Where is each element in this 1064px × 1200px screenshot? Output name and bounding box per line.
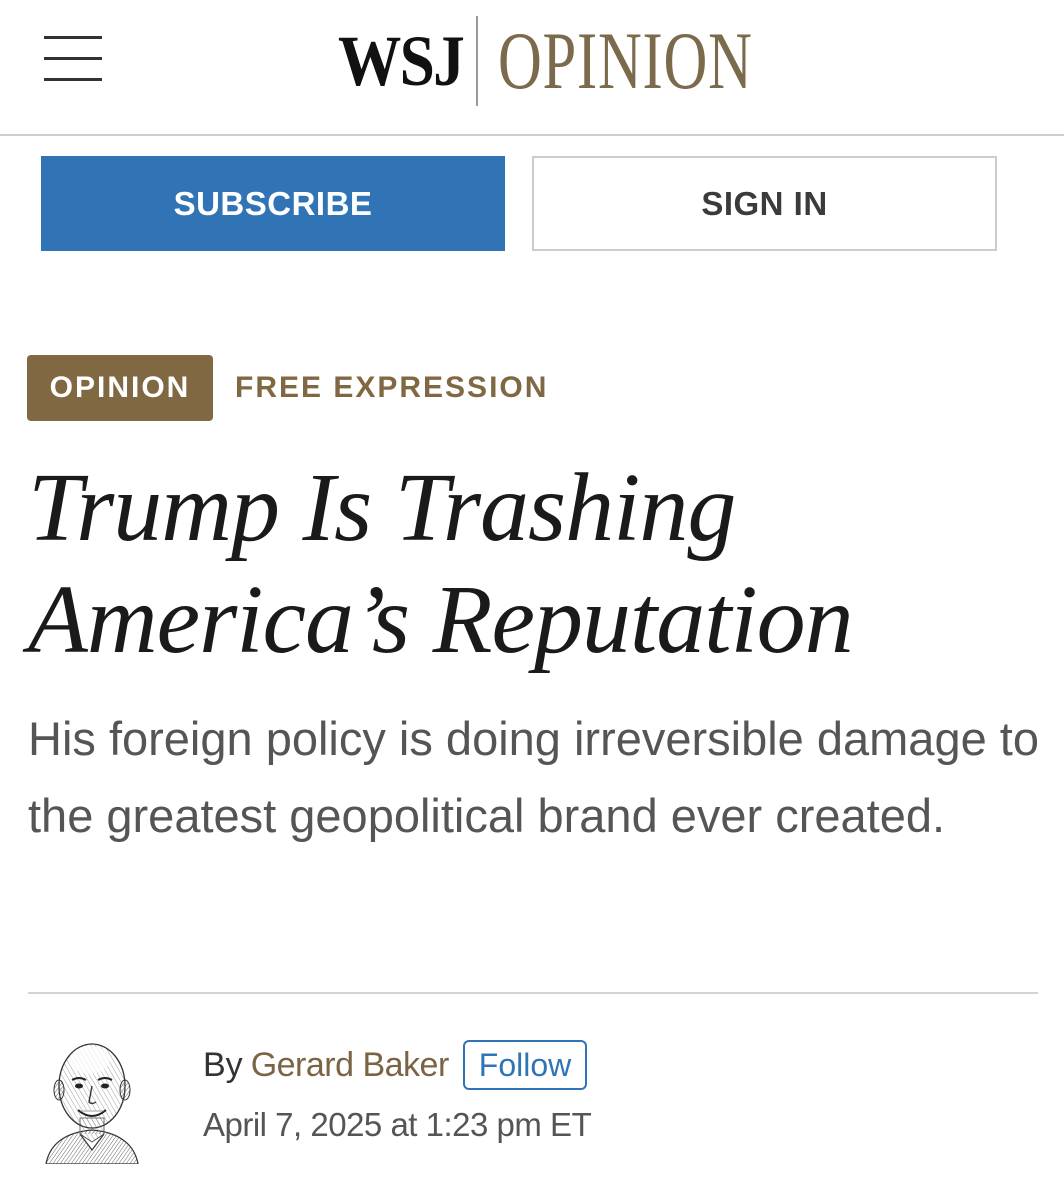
menu-line bbox=[44, 57, 102, 60]
wsj-opinion-logo[interactable]: WSJ OPINION bbox=[338, 14, 842, 108]
logo-section: OPINION bbox=[498, 15, 753, 106]
divider bbox=[28, 992, 1038, 994]
hamburger-menu-icon[interactable] bbox=[44, 36, 102, 84]
byline: By Gerard Baker Follow bbox=[203, 1038, 588, 1092]
article-dek: His foreign policy is doing irreversible… bbox=[28, 712, 1039, 842]
sign-in-button[interactable]: SIGN IN bbox=[532, 156, 997, 251]
author-portrait[interactable] bbox=[40, 1030, 144, 1164]
logo-divider bbox=[476, 16, 478, 106]
logo-brand: WSJ bbox=[338, 20, 465, 101]
article-headline: Trump Is Trashing America’s Reputation bbox=[28, 452, 1038, 676]
menu-line bbox=[44, 36, 102, 39]
site-header: WSJ OPINION bbox=[0, 0, 1064, 136]
opinion-tag[interactable]: OPINION bbox=[27, 355, 213, 421]
headline-line: Trump Is Trashing bbox=[28, 454, 736, 562]
article-tags: OPINION FREE EXPRESSION bbox=[27, 355, 548, 421]
menu-line bbox=[44, 78, 102, 81]
publish-timestamp: April 7, 2025 at 1:23 pm ET bbox=[203, 1106, 592, 1143]
author-name-link[interactable]: Gerard Baker bbox=[251, 1046, 450, 1085]
subscribe-button[interactable]: SUBSCRIBE bbox=[41, 156, 505, 251]
byline-prefix: By bbox=[203, 1045, 243, 1084]
category-link[interactable]: FREE EXPRESSION bbox=[235, 371, 548, 405]
headline-line: America’s Reputation bbox=[28, 566, 854, 674]
follow-button[interactable]: Follow bbox=[462, 1040, 588, 1090]
